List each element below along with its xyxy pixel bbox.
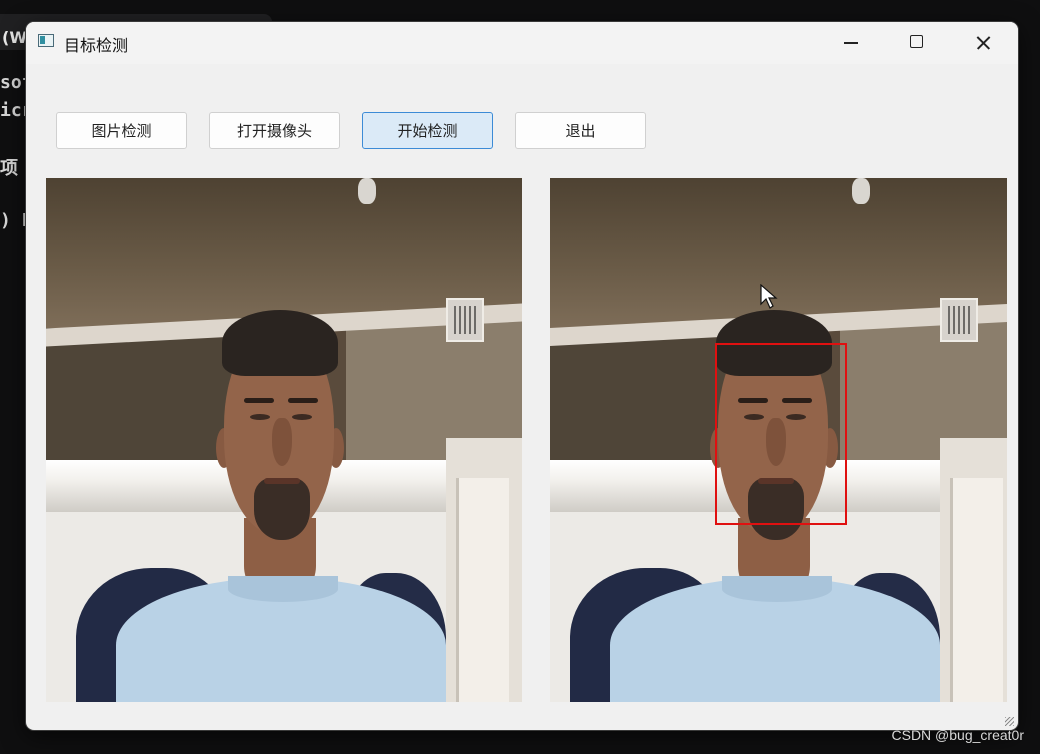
- title-bar[interactable]: 目标检测: [26, 22, 1018, 64]
- maximize-icon[interactable]: [894, 28, 940, 58]
- resize-grip-icon[interactable]: [1005, 717, 1014, 726]
- camera-frame-image: [46, 178, 522, 702]
- open-camera-button[interactable]: 打开摄像头: [209, 112, 340, 149]
- terminal-line: 项: [0, 158, 18, 179]
- app-window: 目标检测 图片检测 打开摄像头 开始检测 退出: [26, 22, 1018, 730]
- start-detect-button[interactable]: 开始检测: [362, 112, 493, 149]
- image-detect-button[interactable]: 图片检测: [56, 112, 187, 149]
- camera-view: [46, 178, 522, 702]
- face-detection-box: [715, 343, 847, 525]
- minimize-icon[interactable]: [828, 28, 874, 58]
- detection-view: [550, 178, 1007, 702]
- window-title: 目标检测: [64, 36, 129, 55]
- close-icon[interactable]: [960, 28, 1006, 58]
- app-window-icon: [38, 34, 54, 47]
- exit-button[interactable]: 退出: [515, 112, 646, 149]
- watermark: CSDN @bug_creat0r: [891, 727, 1025, 743]
- mouse-cursor-icon: [760, 284, 778, 309]
